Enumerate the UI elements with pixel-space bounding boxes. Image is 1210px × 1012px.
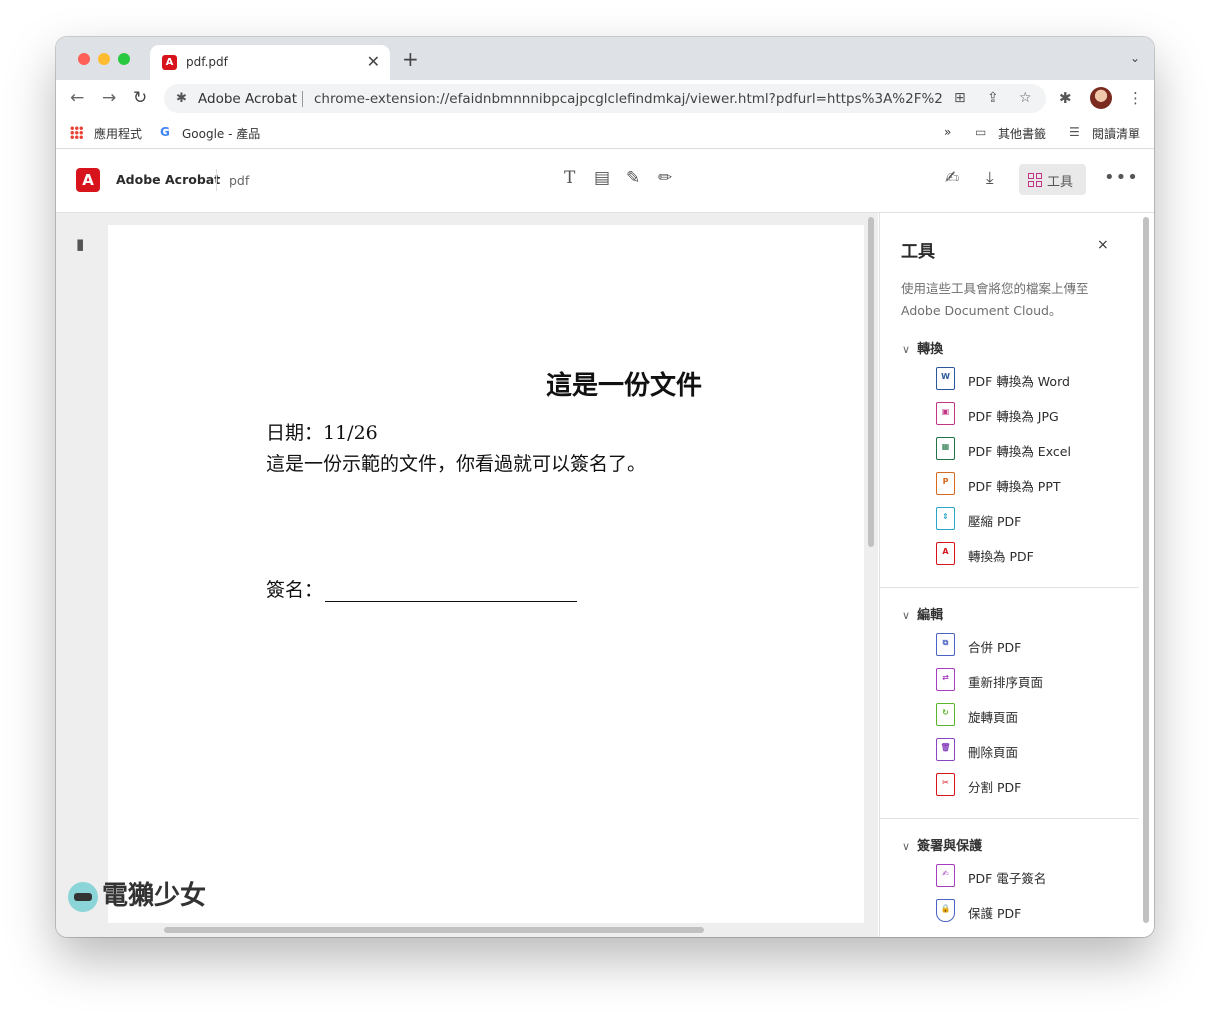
- bookmark-google[interactable]: Google - 產品: [182, 125, 260, 142]
- watermark-mascot-icon: [68, 881, 98, 912]
- chevron-down-icon: ∨: [902, 840, 911, 853]
- pdf-to-ppt-icon: P: [936, 472, 955, 495]
- header-divider: [216, 169, 217, 191]
- page-thumbnails-icon[interactable]: ▮: [76, 235, 84, 253]
- merge-pdf-icon: ⧉: [936, 633, 955, 656]
- group-header-convert[interactable]: ∨ 轉換: [902, 338, 943, 357]
- document-title: 這是一份文件: [546, 371, 703, 401]
- extensions-icon[interactable]: ✱: [1059, 89, 1072, 107]
- tools-button[interactable]: 工具: [1019, 164, 1086, 195]
- bookmark-apps[interactable]: 應用程式: [94, 125, 142, 142]
- reorder-pages-icon: ⇄: [936, 668, 955, 691]
- fill-sign-icon[interactable]: ✍: [945, 168, 959, 188]
- comment-icon[interactable]: ▤: [594, 168, 610, 188]
- tab-search-chevron-icon[interactable]: ⌄: [1130, 51, 1140, 65]
- minimize-window-button[interactable]: [98, 53, 110, 65]
- chrome-menu-icon[interactable]: ⋮: [1128, 89, 1143, 107]
- left-rail: ▮: [56, 213, 108, 937]
- add-text-icon[interactable]: T: [564, 168, 575, 188]
- signature-label: 簽名：: [266, 579, 324, 601]
- tab-pdf[interactable]: A pdf.pdf ✕: [150, 45, 390, 80]
- more-options-icon[interactable]: •••: [1104, 167, 1139, 188]
- bookmark-other[interactable]: 其他書籤: [998, 125, 1046, 142]
- document-viewport[interactable]: 這是一份文件 日期：11/26 這是一份示範的文件，你看過就可以簽名了。 簽名：: [108, 213, 878, 937]
- group-divider: [880, 818, 1139, 819]
- avatar[interactable]: [1090, 87, 1112, 109]
- watermark-text: 電獺少女: [102, 881, 207, 911]
- reading-list-icon: ☰: [1069, 125, 1080, 139]
- tab-strip: A pdf.pdf ✕ + ⌄: [56, 37, 1154, 80]
- address-bar[interactable]: ✱ Adobe Acrobat chrome-extension://efaid…: [164, 84, 1046, 113]
- group-divider: [880, 587, 1139, 588]
- forward-button[interactable]: →: [102, 88, 116, 108]
- folder-icon: ▭: [975, 125, 987, 139]
- tab-close-button[interactable]: ✕: [367, 52, 380, 71]
- back-button[interactable]: ←: [70, 88, 84, 108]
- file-name: pdf: [229, 173, 250, 188]
- bookmark-star-icon[interactable]: ☆: [1019, 90, 1032, 106]
- browser-toolbar: ← → ↻ ✱ Adobe Acrobat chrome-extension:/…: [56, 80, 1154, 117]
- horizontal-scrollbar[interactable]: [164, 927, 704, 933]
- pdf-to-excel-icon: ▦: [936, 437, 955, 460]
- apps-grid-icon: [70, 126, 83, 139]
- site-origin: Adobe Acrobat: [198, 91, 298, 107]
- panel-desc-line1: 使用這些工具會將您的檔案上傳至: [901, 281, 1089, 296]
- protect-pdf-icon: 🔒: [936, 899, 955, 922]
- panel-desc-line2: Adobe Document Cloud。: [901, 303, 1062, 318]
- google-icon: G: [160, 125, 170, 139]
- chevron-down-icon: ∨: [902, 343, 911, 356]
- vertical-scrollbar[interactable]: [868, 217, 874, 547]
- bookmarks-overflow-button[interactable]: »: [944, 125, 951, 139]
- signature-line: [325, 581, 578, 602]
- download-icon[interactable]: ⤓: [986, 168, 994, 188]
- acrobat-logo-icon: A: [76, 168, 100, 192]
- new-tab-button[interactable]: +: [402, 49, 419, 69]
- close-window-button[interactable]: [78, 53, 90, 65]
- chevron-down-icon: ∨: [902, 609, 911, 622]
- panel-scrollbar[interactable]: [1143, 217, 1149, 923]
- acrobat-header: A Adobe Acrobat pdf T ▤ ✎ ✏ ✍ ⤓ 工具 •••: [56, 149, 1154, 213]
- bookmarks-bar: 應用程式 G Google - 產品 » ▭ 其他書籤 ☰ 閱讀清單: [56, 117, 1154, 149]
- group-header-edit[interactable]: ∨ 編輯: [902, 604, 943, 623]
- pdf-to-word-icon: W: [936, 367, 955, 390]
- browser-window: A pdf.pdf ✕ + ⌄ ← → ↻ ✱ Adobe Acrobat ch…: [56, 37, 1154, 937]
- pdf-page[interactable]: 這是一份文件 日期：11/26 這是一份示範的文件，你看過就可以簽名了。 簽名：: [108, 225, 864, 923]
- origin-divider: [302, 91, 303, 107]
- tools-panel: 工具 × 使用這些工具會將您的檔案上傳至 Adobe Document Clou…: [879, 213, 1154, 937]
- pdf-to-jpg-icon: ▣: [936, 402, 955, 425]
- translate-icon[interactable]: ⊞: [954, 90, 966, 106]
- draw-pencil-icon[interactable]: ✏: [658, 168, 672, 188]
- highlight-icon[interactable]: ✎: [626, 168, 640, 188]
- rotate-pages-icon: ↻: [936, 703, 955, 726]
- group-header-sign-protect[interactable]: ∨ 簽署與保護: [902, 835, 982, 854]
- compress-pdf-icon: ⇕: [936, 507, 955, 530]
- bookmark-reading-list[interactable]: 閱讀清單: [1092, 125, 1140, 142]
- acrobat-favicon-icon: A: [162, 55, 177, 70]
- panel-close-button[interactable]: ×: [1097, 237, 1109, 253]
- signature-field: 簽名：: [266, 575, 578, 602]
- tools-grid-icon: [1028, 173, 1042, 187]
- url-text[interactable]: chrome-extension://efaidnbmnnnibpcajpcgl…: [314, 91, 944, 107]
- tools-button-label: 工具: [1047, 175, 1074, 190]
- document-body: 這是一份示範的文件，你看過就可以簽名了。: [266, 453, 647, 475]
- zoom-window-button[interactable]: [118, 53, 130, 65]
- acrobat-brand: Adobe Acrobat: [116, 172, 221, 187]
- esign-pdf-icon: ✍: [936, 864, 955, 887]
- puzzle-icon: ✱: [176, 91, 187, 106]
- delete-pages-icon: 🗑: [936, 738, 955, 761]
- reload-button[interactable]: ↻: [133, 88, 147, 108]
- panel-title: 工具: [901, 242, 935, 262]
- convert-to-pdf-icon: A: [936, 542, 955, 565]
- document-date: 日期：11/26: [266, 422, 378, 444]
- watermark: 電獺少女: [68, 875, 206, 912]
- share-icon[interactable]: ⇪: [987, 90, 999, 106]
- split-pdf-icon: ✂: [936, 773, 955, 796]
- tab-title: pdf.pdf: [186, 55, 228, 69]
